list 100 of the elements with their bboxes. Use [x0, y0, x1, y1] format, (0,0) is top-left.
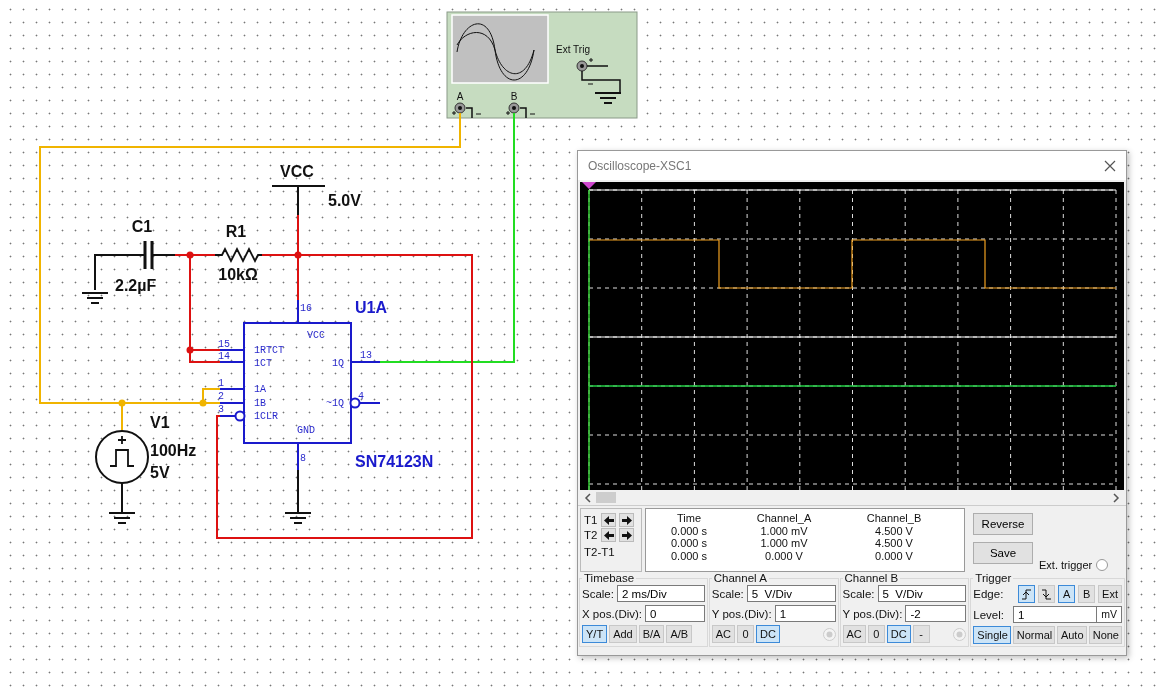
junction-dot: [186, 346, 194, 354]
component-value: 5V: [150, 464, 170, 481]
coupling-button[interactable]: DC: [756, 625, 780, 643]
oscilloscope-symbol[interactable]: [446, 11, 638, 119]
ground-icon: [284, 512, 312, 524]
table-cell-text: 0.000 s: [669, 537, 709, 550]
trigger-mode-button[interactable]: Single: [973, 626, 1011, 644]
pin-label: 1RTCT: [254, 345, 284, 356]
terminal-label: A: [456, 91, 464, 102]
scale-field[interactable]: 5 V/Div: [877, 585, 967, 602]
table-cell-text: 4.500 V: [874, 524, 914, 537]
terminal-label: B: [510, 91, 518, 102]
trigger-mode-button[interactable]: Auto: [1056, 626, 1087, 644]
pin-label: ~1Q: [326, 398, 344, 409]
coupling-button[interactable]: 0: [867, 625, 885, 643]
capacitor-icon: [143, 239, 154, 271]
ground-icon: [108, 512, 136, 524]
scale-field[interactable]: 5 V/Div: [746, 585, 836, 602]
field-label: Y pos.(Div):: [842, 607, 903, 620]
pin-label: 1CT: [254, 358, 272, 369]
component-value: 10kΩ: [218, 266, 258, 283]
table-cell-text: 1.000 mV: [759, 537, 809, 550]
position-field[interactable]: 1: [774, 605, 836, 622]
left-arrow-button[interactable]: [601, 528, 616, 542]
terminal-label: Ext Trig: [556, 44, 590, 55]
field-label: Level:: [973, 608, 1004, 621]
net-label: VCC: [280, 163, 314, 180]
mode-button[interactable]: Add: [609, 625, 637, 643]
radio-button[interactable]: [1096, 559, 1109, 571]
mode-button[interactable]: Y/T: [582, 625, 608, 643]
pulse-source-drawing: [95, 430, 149, 484]
unit-label: mV: [1096, 606, 1122, 623]
mode-button[interactable]: A/B: [666, 625, 693, 643]
table-cell-text: 0.000 s: [669, 524, 709, 537]
source-button[interactable]: A: [1058, 585, 1076, 603]
cursor-label: T2-T1: [584, 546, 616, 558]
position-field[interactable]: 0: [645, 605, 705, 622]
pin-number: 13: [360, 350, 372, 361]
column-header: Channel_A: [755, 512, 813, 525]
source-button[interactable]: B: [1078, 585, 1096, 603]
junction-dot: [199, 399, 207, 407]
junction-dot: [294, 251, 302, 259]
pin-number: 14: [218, 351, 230, 362]
scrollbar-thumb[interactable]: [596, 492, 616, 503]
coupling-button[interactable]: AC: [711, 625, 736, 643]
pin-label: 1B: [254, 398, 266, 409]
mode-button[interactable]: B/A: [638, 625, 665, 643]
action-button[interactable]: Save: [973, 542, 1033, 564]
rising-edge-button[interactable]: [1018, 585, 1036, 603]
table-cell-text: 4.500 V: [874, 537, 914, 550]
column-header: Channel_B: [865, 512, 923, 525]
pin-number: 1: [218, 378, 224, 389]
cursor-label: T2: [584, 529, 598, 541]
cursor-marker-icon[interactable]: [582, 182, 596, 189]
position-field[interactable]: -2: [905, 605, 967, 622]
scale-field[interactable]: 2 ms/Div: [616, 585, 705, 602]
component-label: R1: [225, 223, 247, 240]
ext-trigger-label: Ext. trigger: [1039, 559, 1093, 571]
field-label: Scale:: [842, 587, 875, 600]
ground-icon: [81, 292, 109, 304]
right-arrow-button[interactable]: [619, 528, 634, 542]
group-title: Trigger: [974, 572, 1013, 584]
table-cell-text: 1.000 mV: [759, 524, 809, 537]
pin-number: 15: [218, 339, 230, 350]
ground-icon: [594, 92, 622, 104]
pin-label: 1Q: [332, 358, 344, 369]
coupling-button[interactable]: AC: [842, 625, 866, 643]
pin-number: 8: [300, 453, 306, 464]
resistor-icon: [214, 247, 263, 263]
level-field[interactable]: 1: [1013, 606, 1098, 623]
table-cell-text: 0.000 V: [764, 549, 804, 562]
radio-icon[interactable]: [822, 627, 836, 641]
group-title: Timebase: [583, 572, 636, 584]
group-title: Channel A: [712, 572, 768, 584]
group-title: Channel B: [843, 572, 900, 584]
scroll-right-icon[interactable]: [1112, 492, 1120, 503]
pin-number: 16: [300, 303, 312, 314]
field-label: Edge:: [973, 588, 1004, 600]
radio-icon[interactable]: [953, 627, 967, 641]
left-arrow-button[interactable]: [601, 513, 616, 527]
pin-label: 1CLR: [254, 411, 278, 422]
rising-edge-icon: [1021, 588, 1033, 600]
coupling-button[interactable]: 0: [737, 625, 755, 643]
close-icon[interactable]: [1104, 159, 1116, 172]
coupling-button[interactable]: -: [912, 625, 930, 643]
right-arrow-button[interactable]: [619, 513, 634, 527]
coupling-button[interactable]: DC: [886, 625, 911, 643]
action-button[interactable]: Reverse: [973, 513, 1033, 535]
scroll-left-icon[interactable]: [584, 492, 592, 503]
junction-dot: [118, 399, 126, 407]
field-label: Y pos.(Div):: [711, 607, 772, 620]
field-label: Scale:: [711, 587, 744, 600]
falling-edge-button[interactable]: [1038, 585, 1056, 603]
trigger-mode-button[interactable]: None: [1088, 626, 1122, 644]
pin-number: 4: [358, 391, 364, 402]
trigger-mode-button[interactable]: Normal: [1012, 626, 1055, 644]
table-cell-text: 0.000 s: [669, 549, 709, 562]
cursor-label: T1: [584, 514, 598, 526]
source-button[interactable]: Ext: [1098, 585, 1122, 603]
table-cell-text: 0.000 V: [874, 549, 914, 562]
